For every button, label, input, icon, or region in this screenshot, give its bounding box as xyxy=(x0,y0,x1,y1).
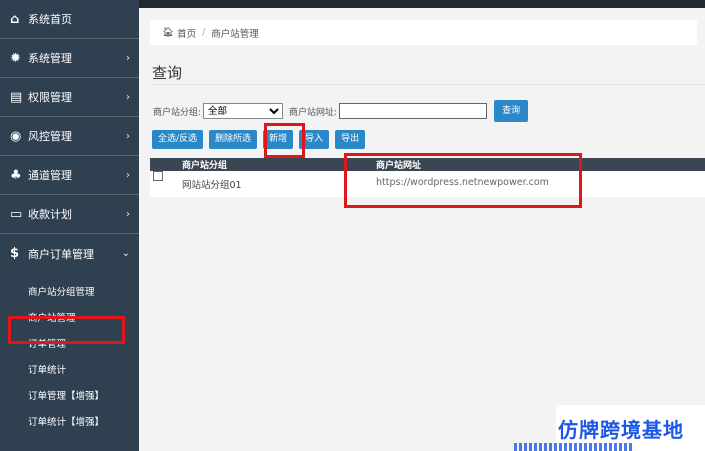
breadcrumb-current: 商户站管理 xyxy=(211,28,259,40)
dollar-circle-icon: $ xyxy=(10,246,20,261)
filter-bar: 商户站分组: 全部 商户站网址: 查询 xyxy=(153,100,529,122)
chevron-right-icon: › xyxy=(126,52,130,64)
divider xyxy=(150,84,705,85)
sidebar: ⌂ 系统首页 ✹ 系统管理 › ▤ 权限管理 › ◉ 风控管理 › ♣ 通道管理… xyxy=(0,0,139,451)
watermark-underline xyxy=(514,443,634,451)
chevron-right-icon: › xyxy=(126,169,130,181)
chevron-right-icon: › xyxy=(126,208,130,220)
sidebar-subitem-group-management[interactable]: 商户站分组管理 xyxy=(0,278,139,304)
sidebar-item-channel[interactable]: ♣ 通道管理 › xyxy=(0,156,139,195)
chevron-right-icon: › xyxy=(126,91,130,103)
column-header-group: 商户站分组 xyxy=(182,161,228,171)
toolbar: 全选/反选 删除所选 新增 导入 导出 xyxy=(152,130,366,149)
content-background xyxy=(139,8,705,451)
watermark: 仿牌跨境基地 xyxy=(514,405,705,451)
home-icon: 🏠︎ xyxy=(162,27,175,38)
calendar-icon: ▭ xyxy=(10,206,23,222)
breadcrumb-separator: / xyxy=(202,27,206,38)
sidebar-item-label: 风控管理 xyxy=(28,130,72,143)
main-content: 🏠︎ 首页 / 商户站管理 查询 商户站分组: 全部 商户站网址: 查询 全选/… xyxy=(139,0,705,451)
highlight-box-sidebar xyxy=(8,316,125,344)
search-button[interactable]: 查询 xyxy=(494,100,529,122)
row-group-cell: 网站站分组01 xyxy=(182,180,242,191)
sidebar-subitem-order-stats-enhanced[interactable]: 订单统计【增强】 xyxy=(0,408,139,434)
group-select[interactable]: 全部 xyxy=(203,103,284,119)
sidebar-item-merchant-orders[interactable]: $ 商户订单管理 ⌄ xyxy=(0,234,139,273)
export-button[interactable]: 导出 xyxy=(335,130,366,149)
gear-icon: ✹ xyxy=(10,50,21,66)
sidebar-subitem-label: 订单管理【增强】 xyxy=(28,391,105,402)
page-title: 查询 xyxy=(152,64,183,82)
target-icon: ◉ xyxy=(10,128,22,144)
sidebar-subitem-orders-enhanced[interactable]: 订单管理【增强】 xyxy=(0,382,139,408)
sidebar-item-permissions[interactable]: ▤ 权限管理 › xyxy=(0,78,139,117)
sidebar-item-label: 系统首页 xyxy=(28,13,72,26)
breadcrumb: 🏠︎ 首页 / 商户站管理 xyxy=(150,20,697,45)
sitemap-icon: ♣ xyxy=(10,167,22,183)
sidebar-subitem-label: 商户站分组管理 xyxy=(28,287,95,298)
sidebar-item-label: 收款计划 xyxy=(28,208,72,221)
watermark-text: 仿牌跨境基地 xyxy=(558,418,684,442)
chevron-right-icon: › xyxy=(126,130,130,142)
highlight-box-add-button xyxy=(264,123,305,158)
url-input[interactable] xyxy=(339,103,488,119)
home-icon: ⌂ xyxy=(10,11,20,27)
row-checkbox[interactable] xyxy=(153,171,163,181)
sidebar-item-system[interactable]: ✹ 系统管理 › xyxy=(0,39,139,78)
group-filter-label: 商户站分组: xyxy=(153,107,202,118)
select-all-button[interactable]: 全选/反选 xyxy=(152,130,204,149)
sidebar-item-label: 权限管理 xyxy=(28,91,72,104)
chevron-down-icon: ⌄ xyxy=(121,248,130,259)
sidebar-item-label: 商户订单管理 xyxy=(28,247,94,261)
sidebar-subitem-label: 订单统计 xyxy=(28,365,67,376)
sidebar-subitem-order-stats[interactable]: 订单统计 xyxy=(0,356,139,382)
sidebar-item-collection-plan[interactable]: ▭ 收款计划 › xyxy=(0,195,139,234)
sidebar-item-home[interactable]: ⌂ 系统首页 xyxy=(0,0,139,39)
keyboard-icon: ▤ xyxy=(10,89,23,105)
top-bar xyxy=(139,0,705,8)
url-filter-label: 商户站网址: xyxy=(289,107,338,118)
highlight-box-url-column xyxy=(344,153,582,208)
breadcrumb-home-link[interactable]: 首页 xyxy=(177,26,196,40)
sidebar-item-label: 通道管理 xyxy=(28,169,72,182)
delete-selected-button[interactable]: 删除所选 xyxy=(209,130,258,149)
sidebar-item-risk[interactable]: ◉ 风控管理 › xyxy=(0,117,139,156)
sidebar-item-label: 系统管理 xyxy=(28,52,72,65)
sidebar-subitem-label: 订单统计【增强】 xyxy=(28,417,105,428)
